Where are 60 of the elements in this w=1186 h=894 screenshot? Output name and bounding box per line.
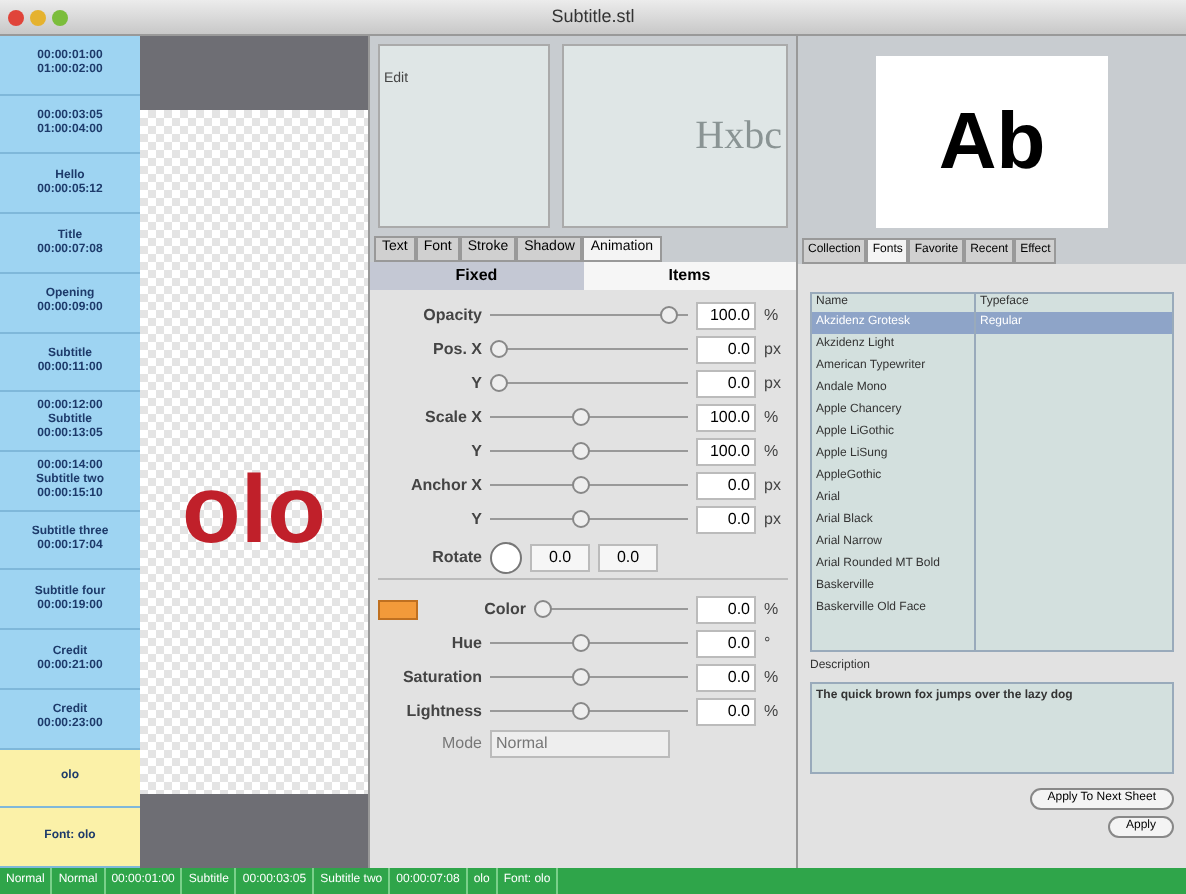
slider[interactable] bbox=[490, 510, 688, 528]
value-field[interactable]: 0.0 bbox=[696, 369, 756, 397]
unit-label: px bbox=[764, 507, 783, 531]
slider[interactable] bbox=[490, 702, 688, 720]
slider-label: Color bbox=[482, 597, 526, 621]
unit-label: % bbox=[764, 665, 781, 689]
close-button[interactable] bbox=[8, 9, 24, 25]
color-swatch[interactable] bbox=[378, 599, 418, 619]
unit-label: % bbox=[764, 439, 781, 463]
unit-label: % bbox=[764, 405, 781, 429]
preview-sample: Hxbc bbox=[695, 112, 782, 162]
unit-label: % bbox=[764, 303, 781, 327]
mode-dropdown[interactable]: Normal bbox=[490, 730, 670, 758]
slider-label: Scale X bbox=[423, 405, 482, 429]
slider-label: Y bbox=[469, 439, 482, 463]
slider-label: Saturation bbox=[400, 665, 482, 689]
slider-label: Opacity bbox=[421, 303, 482, 327]
slider-label: Pos. X bbox=[431, 337, 482, 361]
slider[interactable] bbox=[490, 668, 688, 686]
value-field[interactable]: 0.0 bbox=[696, 505, 756, 533]
rotate-field[interactable]: 0.0 bbox=[530, 543, 590, 571]
rotate-dial[interactable] bbox=[490, 541, 522, 573]
slider[interactable] bbox=[490, 634, 688, 652]
value-field[interactable]: 0.0 bbox=[696, 595, 756, 623]
zoom-button[interactable] bbox=[52, 9, 68, 25]
rotate-reading[interactable]: 0.0 bbox=[598, 543, 658, 571]
value-field[interactable]: 0.0 bbox=[696, 663, 756, 691]
mode-label: Mode bbox=[439, 732, 482, 756]
value-field[interactable]: 100.0 bbox=[696, 403, 756, 431]
slider[interactable] bbox=[534, 600, 688, 618]
slider-label: Hue bbox=[449, 631, 482, 655]
slider[interactable] bbox=[490, 306, 688, 324]
unit-label: px bbox=[764, 337, 783, 361]
unit-label: % bbox=[764, 699, 781, 723]
unit-label: ° bbox=[764, 631, 773, 655]
slider-label: Y bbox=[469, 371, 482, 395]
slider[interactable] bbox=[490, 408, 688, 426]
slider[interactable] bbox=[490, 374, 688, 392]
slider[interactable] bbox=[490, 442, 688, 460]
rotate-label: Rotate bbox=[430, 545, 482, 569]
unit-label: px bbox=[764, 473, 783, 497]
canvas-text: olo bbox=[182, 456, 326, 568]
slider-label: Anchor X bbox=[408, 473, 482, 497]
value-field[interactable]: 0.0 bbox=[696, 471, 756, 499]
unit-label: % bbox=[764, 597, 781, 621]
unit-label: px bbox=[764, 371, 783, 395]
mode-tab[interactable]: Items bbox=[583, 262, 796, 290]
font-sample: Ab bbox=[938, 96, 1046, 190]
value-field[interactable]: 0.0 bbox=[696, 335, 756, 363]
minimize-button[interactable] bbox=[30, 9, 46, 25]
value-field[interactable]: 100.0 bbox=[696, 437, 756, 465]
mode-tab[interactable]: Fixed bbox=[370, 262, 583, 290]
window-title: Subtitle.stl bbox=[551, 3, 635, 30]
slider[interactable] bbox=[490, 476, 688, 494]
value-field[interactable]: 0.0 bbox=[696, 697, 756, 725]
value-field[interactable]: 100.0 bbox=[696, 301, 756, 329]
value-field[interactable]: 0.0 bbox=[696, 629, 756, 657]
slider-label: Y bbox=[469, 507, 482, 531]
slider-label: Lightness bbox=[404, 699, 482, 723]
slider[interactable] bbox=[490, 340, 688, 358]
